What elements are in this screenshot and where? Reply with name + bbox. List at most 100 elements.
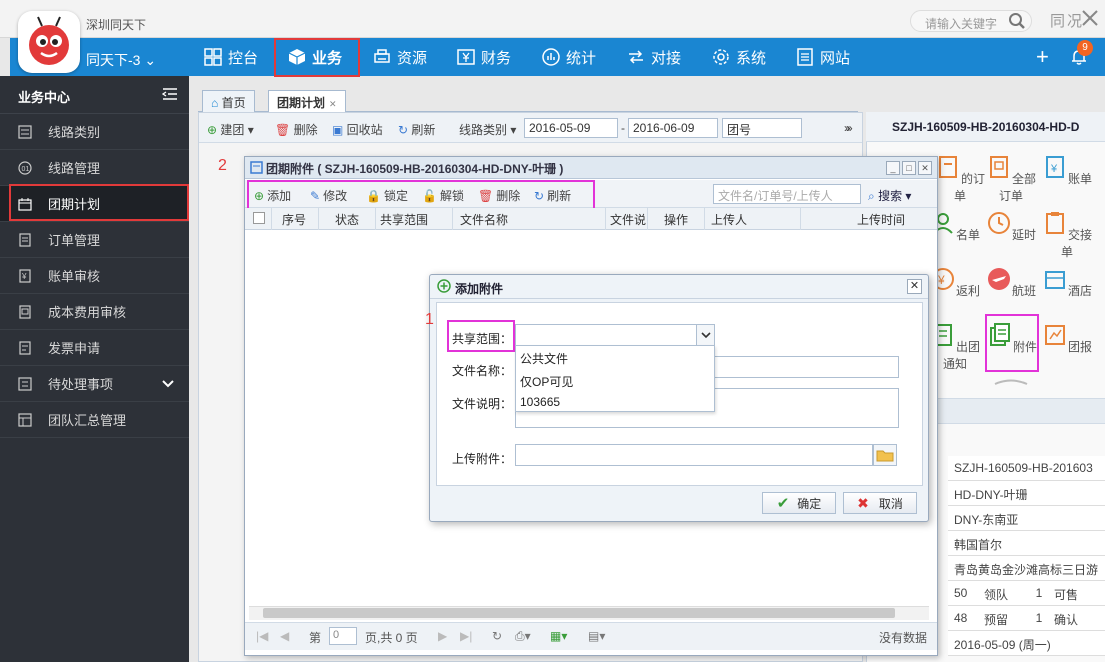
sidebar-item-team-summary[interactable]: 团队汇总管理 — [0, 402, 189, 438]
sidebar-item-label: 线路类别 — [48, 125, 101, 140]
date-to-input[interactable]: 2016-06-09 — [628, 118, 718, 138]
window-icon — [250, 161, 263, 174]
tab-group-plan[interactable]: 团期计划 ✕ — [268, 90, 346, 112]
check-icon: ✔ — [776, 495, 790, 512]
search-icon: ⌕ — [868, 189, 875, 203]
dialog-close-button[interactable]: ✕ — [907, 279, 922, 294]
upload-file-input[interactable] — [515, 444, 873, 466]
collapse-sidebar-icon[interactable] — [162, 87, 178, 101]
sidebar-item-route-management[interactable]: 01 线路管理 — [0, 150, 189, 186]
nav-website[interactable]: 网站 — [796, 38, 850, 76]
last-page-button[interactable]: ▶| — [460, 629, 472, 643]
attachments-window-title: 团期附件 ( SZJH-160509-HB-20160304-HD-DNY-叶珊… — [266, 162, 564, 176]
clipboard-icon — [1045, 212, 1064, 234]
add-icon[interactable]: + — [1036, 44, 1049, 70]
attachment-search-input[interactable]: 文件名/订单号/上传人 — [713, 184, 861, 204]
column-upload-time[interactable]: 上传时间 — [857, 211, 905, 228]
chevron-down-icon[interactable] — [696, 325, 714, 345]
cancel-button[interactable]: ✖ 取消 — [843, 492, 917, 514]
sidebar-item-label: 团队汇总管理 — [48, 413, 127, 428]
column-file-name[interactable]: 文件名称 — [460, 211, 508, 228]
prev-page-button[interactable]: ◀ — [280, 629, 289, 643]
nav-finance[interactable]: 财务 — [457, 38, 511, 76]
column-index[interactable]: 序号 — [282, 211, 306, 228]
delete-button[interactable]: 🗑 删除 — [275, 121, 318, 138]
collapse-panel-button[interactable]: » — [846, 121, 853, 135]
grid-label: 酒店 — [1067, 284, 1092, 298]
reload-icon[interactable]: ↻ — [492, 629, 502, 643]
refresh-button[interactable]: ↻ 刷新 — [398, 121, 435, 138]
grid-hotel[interactable]: 酒店 — [1039, 266, 1095, 299]
scrollbar-thumb[interactable] — [263, 608, 895, 618]
column-file-desc[interactable]: 文件说 — [610, 211, 646, 228]
info-stats-row-2: 48 预留 1 确认 — [948, 606, 1105, 631]
grid-label: 返利 — [955, 284, 980, 298]
browse-folder-button[interactable] — [873, 444, 897, 466]
confirm-button[interactable]: ✔ 确定 — [762, 492, 836, 514]
sidebar-item-invoice[interactable]: 发票申请 — [0, 330, 189, 366]
next-page-button[interactable]: ▶ — [438, 629, 447, 643]
excel-export-icon[interactable]: ▦▾ — [550, 629, 567, 643]
info-region: DNY-东南亚 — [948, 506, 1105, 531]
columns-icon[interactable]: ▤▾ — [588, 629, 605, 643]
stat-value: 1 — [1035, 586, 1043, 600]
home-icon: ⌂ — [211, 96, 222, 110]
select-all-checkbox[interactable] — [253, 212, 265, 224]
sidebar-item-route-types[interactable]: 线路类别 — [0, 114, 189, 150]
account-switcher[interactable]: 同天下-3 ⌄ — [86, 50, 156, 70]
add-icon — [437, 279, 451, 293]
grid-group-report[interactable]: 团报 — [1039, 322, 1095, 355]
nav-label: 对接 — [651, 49, 682, 67]
sidebar-item-cost-review[interactable]: 成本费用审核 — [0, 294, 189, 330]
route-type-filter[interactable]: 线路类别 ▾ — [459, 121, 516, 138]
scope-option-user[interactable]: 103665 — [520, 395, 560, 409]
scope-option-public[interactable]: 公共文件 — [520, 350, 568, 367]
close-icon[interactable] — [1078, 6, 1102, 30]
tab-home[interactable]: ⌂ 首页 — [202, 90, 255, 112]
recycle-bin-button[interactable]: ▣ 回收站 — [332, 121, 383, 138]
window-close-button[interactable]: ✕ — [918, 161, 932, 175]
sidebar-item-label: 订单管理 — [48, 233, 101, 248]
build-group-button[interactable]: ⊕ 建团 ▾ — [207, 121, 254, 138]
order-icon — [938, 156, 957, 178]
nav-system[interactable]: 系统 — [712, 38, 766, 76]
maximize-button[interactable]: □ — [902, 161, 916, 175]
column-share-scope[interactable]: 共享范围 — [380, 211, 428, 228]
grid-all-orders[interactable]: 全部订单 — [983, 154, 1039, 204]
grid-handover[interactable]: 交接单 — [1039, 210, 1095, 260]
column-status[interactable]: 状态 — [335, 211, 359, 228]
grid-flight[interactable]: 航班 — [983, 266, 1039, 299]
nav-integration[interactable]: 对接 — [627, 38, 681, 76]
search-button[interactable]: ⌕ 搜索 ▾ — [868, 187, 911, 204]
cost-icon — [19, 304, 31, 319]
document-icon — [797, 48, 813, 66]
sidebar-item-pending[interactable]: 待处理事项 — [0, 366, 189, 402]
date-from-input[interactable]: 2016-05-09 — [524, 118, 618, 138]
nav-resources[interactable]: 资源 — [373, 38, 427, 76]
svg-text:¥: ¥ — [1050, 163, 1058, 175]
sidebar-item-orders[interactable]: 订单管理 — [0, 222, 189, 258]
search-icon[interactable] — [1008, 12, 1026, 30]
scope-option-op-only[interactable]: 仅OP可见 — [520, 373, 573, 390]
grid-my-orders[interactable]: 的订单 — [932, 154, 988, 204]
share-scope-select[interactable] — [515, 324, 715, 346]
attachments-highlight — [985, 314, 1039, 372]
grid-delay[interactable]: 延时 — [983, 210, 1039, 243]
print-icon[interactable]: ⎙▾ — [515, 629, 531, 644]
sidebar-item-bill-review[interactable]: ¥ 账单审核 — [0, 258, 189, 294]
nav-statistics[interactable]: 统计 — [542, 38, 596, 76]
dialog-titlebar[interactable] — [430, 275, 928, 299]
group-detail-title: SZJH-160509-HB-20160304-HD-D — [866, 112, 1105, 142]
minimize-button[interactable]: _ — [886, 161, 900, 175]
folder-icon — [876, 450, 894, 462]
column-uploader[interactable]: 上传人 — [711, 211, 747, 228]
info-route-name: 青岛黄岛金沙滩高标三日游 — [948, 556, 1105, 581]
tab-close-icon[interactable]: ✕ — [329, 99, 337, 109]
grid-bills[interactable]: ¥ 账单 — [1039, 154, 1095, 187]
first-page-button[interactable]: |◀ — [256, 629, 268, 643]
app-logo — [18, 11, 80, 73]
nav-console[interactable]: 控台 — [204, 38, 258, 76]
column-actions[interactable]: 操作 — [664, 211, 688, 228]
group-no-select[interactable]: 团号 — [722, 118, 802, 138]
page-number-input[interactable]: 0 — [329, 627, 357, 645]
